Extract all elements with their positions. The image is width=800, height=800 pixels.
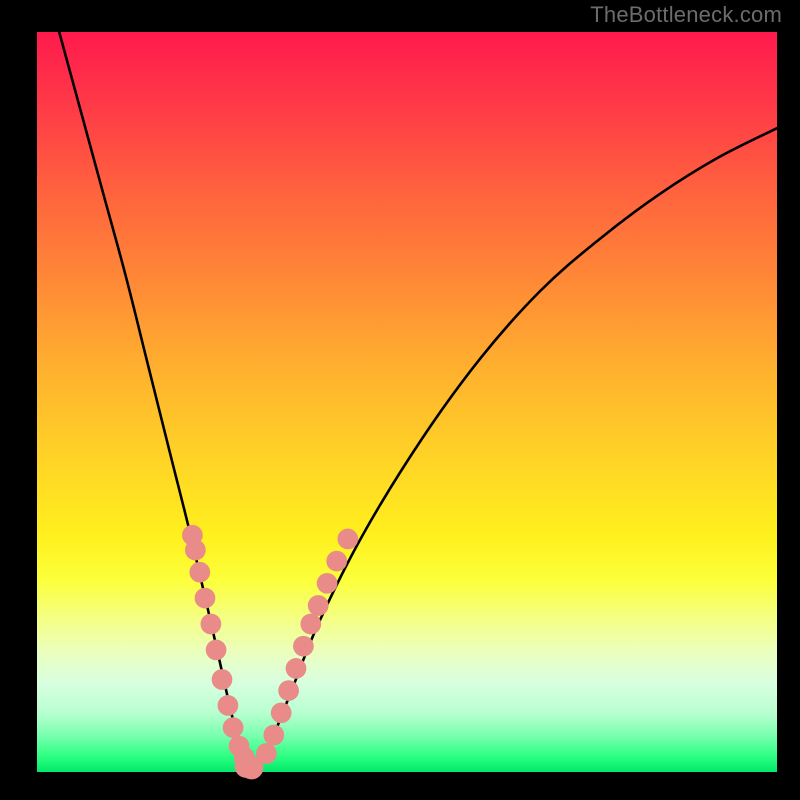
chart-marker xyxy=(218,695,239,716)
chart-marker xyxy=(286,658,307,679)
chart-marker xyxy=(326,551,347,572)
chart-frame: TheBottleneck.com xyxy=(0,0,800,800)
watermark-label: TheBottleneck.com xyxy=(590,2,782,28)
chart-marker xyxy=(223,717,244,738)
chart-marker xyxy=(189,562,210,583)
chart-svg xyxy=(37,32,777,772)
chart-marker xyxy=(293,636,314,657)
bottleneck-curve xyxy=(59,32,777,770)
chart-marker xyxy=(195,588,216,609)
chart-markers xyxy=(182,525,358,780)
chart-marker xyxy=(256,743,277,764)
chart-marker xyxy=(308,595,329,616)
chart-marker xyxy=(300,614,321,635)
chart-marker xyxy=(263,725,284,746)
chart-plot-area xyxy=(37,32,777,772)
chart-marker xyxy=(201,614,222,635)
chart-marker xyxy=(337,529,358,550)
chart-marker xyxy=(271,702,292,723)
chart-marker xyxy=(317,573,338,594)
chart-marker xyxy=(185,540,206,561)
chart-marker xyxy=(212,669,233,690)
chart-marker xyxy=(206,640,227,661)
chart-marker xyxy=(278,680,299,701)
